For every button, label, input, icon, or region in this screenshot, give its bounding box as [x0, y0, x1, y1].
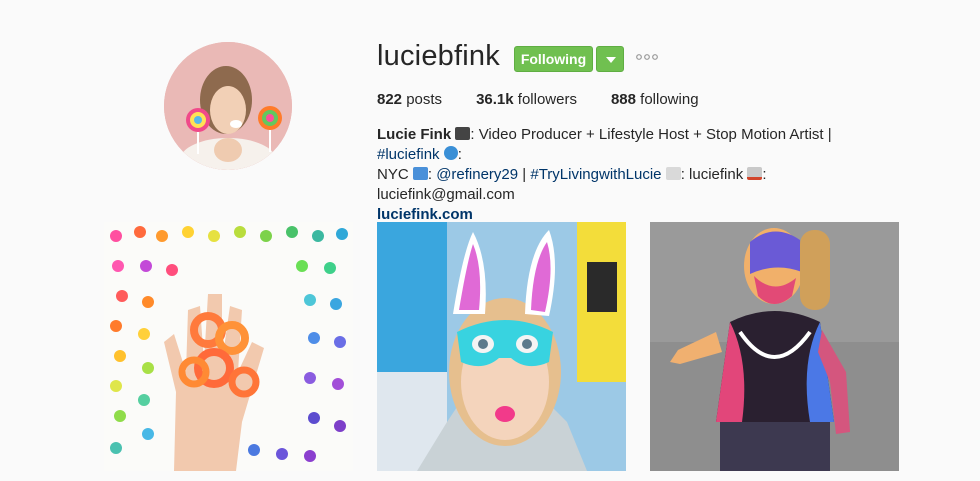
post-thumbnail[interactable]: [104, 222, 353, 471]
hashtag-link[interactable]: #luciefink: [377, 146, 440, 163]
post-thumbnail[interactable]: [650, 222, 899, 471]
ellipsis-icon[interactable]: [636, 52, 658, 62]
avatar-photo: [164, 42, 292, 170]
mention-link[interactable]: @refinery29: [436, 166, 518, 183]
profile-bio: Lucie Fink : Video Producer + Lifestyle …: [377, 125, 897, 225]
following-button[interactable]: Following: [514, 46, 593, 72]
globe-icon: [443, 146, 458, 160]
play-button-icon: [412, 167, 428, 180]
followers-label: followers: [513, 91, 577, 108]
inbox-icon: [747, 167, 763, 180]
followers-link[interactable]: 36.1k followers: [476, 91, 577, 108]
bio-colon: :: [457, 146, 462, 163]
following-number: 888: [610, 91, 636, 108]
bio-pipe: |: [518, 166, 531, 183]
hashtag-link[interactable]: #TryLivingwithLucie: [530, 166, 661, 183]
profile-username: luciebfink: [377, 40, 500, 72]
movie-camera-icon: [455, 127, 471, 140]
following-label: following: [636, 91, 699, 108]
post-thumbnail[interactable]: [377, 222, 626, 471]
ghost-icon: [665, 167, 681, 180]
chevron-down-icon: [606, 57, 616, 63]
posts-count: 822 posts: [377, 91, 442, 108]
posts-number: 822: [377, 91, 403, 108]
bio-separator: :: [427, 166, 437, 183]
bio-location: NYC: [377, 166, 409, 183]
post-image-body-paint: [650, 222, 899, 471]
follow-options-dropdown-button[interactable]: [596, 46, 624, 72]
followers-number: 36.1k: [476, 91, 514, 108]
website-link[interactable]: luciefink.com: [377, 206, 473, 223]
full-name: Lucie Fink: [377, 126, 452, 143]
post-image-candy-hand: [104, 222, 353, 471]
bio-snapchat: : luciefink: [680, 166, 744, 183]
following-link[interactable]: 888 following: [611, 91, 699, 108]
post-image-bunny-mask: [377, 222, 626, 471]
profile-stats: 822 posts 36.1k followers 888 following: [377, 91, 699, 108]
bio-text: : Video Producer + Lifestyle Host + Stop…: [470, 126, 832, 143]
profile-avatar[interactable]: [164, 42, 292, 170]
posts-label: posts: [402, 91, 443, 108]
